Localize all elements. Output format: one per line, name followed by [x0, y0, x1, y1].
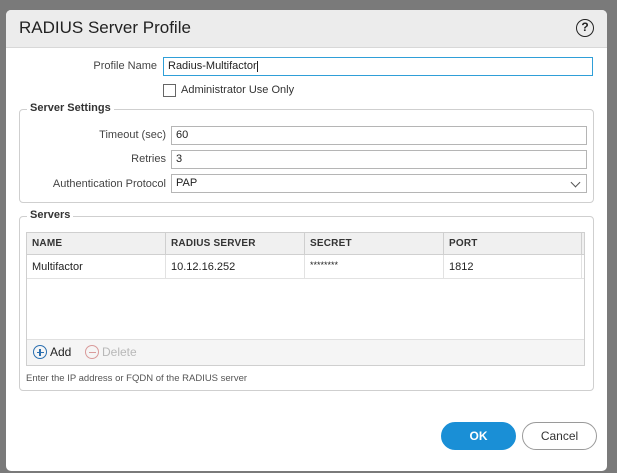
column-header-radius-server[interactable]: RADIUS SERVER — [166, 233, 305, 255]
cell-secret[interactable]: ******** — [305, 255, 444, 279]
cell-name[interactable]: Multifactor — [27, 255, 166, 279]
administrator-use-only-checkbox[interactable] — [163, 84, 176, 97]
column-header-name[interactable]: NAME — [27, 233, 166, 255]
timeout-input[interactable]: 60 — [171, 126, 587, 145]
dialog-titlebar: RADIUS Server Profile ? — [6, 10, 607, 48]
chevron-down-icon — [570, 177, 581, 188]
authentication-protocol-value: PAP — [176, 177, 198, 189]
cancel-button[interactable]: Cancel — [522, 422, 597, 450]
cell-radius-server[interactable]: 10.12.16.252 — [166, 255, 305, 279]
add-button[interactable]: Add — [33, 344, 71, 360]
profile-name-value: Radius-Multifactor — [168, 60, 257, 72]
add-label: Add — [50, 345, 72, 359]
column-header-port[interactable]: PORT — [444, 233, 582, 255]
text-caret — [256, 60, 258, 72]
servers-table: NAME RADIUS SERVER SECRET PORT Multifact… — [26, 232, 585, 366]
table-toolbar: Add Delete — [27, 339, 584, 365]
retries-label: Retries — [131, 153, 166, 165]
profile-name-label: Profile Name — [93, 60, 157, 72]
server-settings-legend: Server Settings — [27, 102, 114, 114]
table-header: NAME RADIUS SERVER SECRET PORT — [27, 233, 584, 255]
radius-server-profile-dialog: RADIUS Server Profile ? Profile Name Rad… — [6, 10, 607, 471]
minus-circle-icon — [85, 345, 99, 359]
help-icon[interactable]: ? — [576, 19, 594, 37]
authentication-protocol-label: Authentication Protocol — [52, 178, 166, 190]
profile-name-input[interactable]: Radius-Multifactor — [163, 57, 593, 76]
delete-button: Delete — [85, 344, 137, 360]
column-header-secret[interactable]: SECRET — [305, 233, 444, 255]
add-circle-icon — [33, 345, 47, 359]
table-row[interactable]: Multifactor 10.12.16.252 ******** 1812 — [27, 255, 584, 279]
authentication-protocol-select[interactable]: PAP — [171, 174, 587, 193]
retries-input[interactable]: 3 — [171, 150, 587, 169]
administrator-use-only-label: Administrator Use Only — [181, 84, 295, 96]
servers-legend: Servers — [27, 209, 74, 221]
dialog-title: RADIUS Server Profile — [19, 18, 191, 37]
cell-port[interactable]: 1812 — [444, 255, 582, 279]
ok-button[interactable]: OK — [441, 422, 516, 450]
servers-hint: Enter the IP address or FQDN of the RADI… — [26, 373, 248, 384]
delete-label: Delete — [102, 345, 137, 359]
timeout-label: Timeout (sec) — [99, 129, 166, 141]
